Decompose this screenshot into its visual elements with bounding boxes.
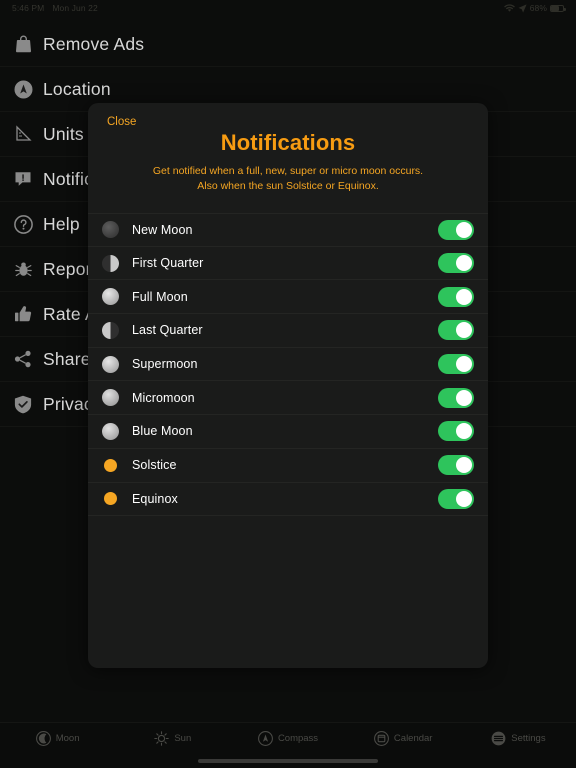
app-root: 5:46 PM Mon Jun 22 68% Remove Ads Locati… (0, 0, 576, 768)
moon-last-quarter-icon (102, 321, 119, 339)
settings-lines-icon (491, 731, 506, 746)
shopping-bag-icon (10, 31, 36, 57)
toggle-last-quarter[interactable] (438, 320, 474, 341)
tab-label: Calendar (393, 733, 433, 744)
moon-new-icon (102, 221, 119, 239)
toggle-new-moon[interactable] (438, 219, 474, 240)
moon-blue-icon (102, 422, 119, 440)
list-item[interactable]: Solstice (88, 449, 488, 483)
thumbs-up-icon (10, 301, 36, 327)
tab-label: Sun (174, 733, 192, 744)
tab-label: Settings (511, 733, 546, 744)
bottom-tab-bar: Moon Sun Compass Calendar Settings (0, 722, 576, 768)
battery-icon (550, 4, 566, 12)
question-circle-icon (10, 211, 36, 237)
share-icon (10, 346, 36, 372)
home-indicator (198, 759, 378, 763)
moon-first-quarter-icon (102, 254, 119, 272)
list-item-label: New Moon (132, 222, 193, 237)
sidebar-item-label: Help (43, 213, 80, 234)
toggle-blue-moon[interactable] (438, 421, 474, 442)
sidebar-item-remove-ads[interactable]: Remove Ads (0, 22, 576, 67)
close-button[interactable]: Close (107, 116, 136, 128)
modal-title: Notifications (220, 130, 356, 155)
tab-label: Moon (55, 733, 80, 744)
bug-icon (10, 256, 36, 282)
moon-full-icon (102, 288, 119, 306)
shield-check-icon (10, 391, 36, 417)
list-item-label: Solstice (132, 458, 177, 473)
status-bar: 5:46 PM Mon Jun 22 68% (0, 0, 576, 16)
list-item-label: Last Quarter (132, 323, 203, 338)
wifi-icon (503, 3, 515, 13)
toggle-equinox[interactable] (438, 488, 474, 509)
tab-label: Compass (277, 733, 319, 744)
list-item-label: Equinox (132, 491, 178, 506)
moon-super-icon (102, 355, 119, 373)
tab-settings[interactable]: Settings (461, 731, 576, 746)
moon-micro-icon (102, 389, 119, 407)
sun-dot-icon (104, 458, 117, 472)
location-arrow-icon (518, 3, 527, 13)
tab-calendar[interactable]: Calendar (346, 731, 461, 746)
tab-compass[interactable]: Compass (230, 731, 345, 746)
list-item-label: Supermoon (132, 357, 198, 372)
list-item[interactable]: Micromoon (88, 381, 488, 416)
toggle-solstice[interactable] (438, 455, 474, 476)
notification-toggle-list: New Moon First Quarter Full Moon Last Qu… (88, 213, 488, 517)
list-item[interactable]: Blue Moon (88, 415, 488, 449)
status-bar-right: 68% (503, 3, 566, 13)
sun-dot-icon (104, 492, 117, 506)
list-item-label: Blue Moon (132, 424, 193, 439)
status-bar-left: 5:46 PM Mon Jun 22 (12, 3, 98, 13)
sidebar-item-label: Remove Ads (43, 33, 145, 54)
toggle-supermoon[interactable] (438, 354, 474, 375)
list-item[interactable]: Full Moon (88, 280, 488, 315)
battery-percent: 68% (529, 3, 547, 13)
list-item[interactable]: New Moon (88, 213, 488, 247)
modal-subtitle: Get notified when a full, new, super or … (152, 165, 424, 192)
calendar-icon (373, 731, 389, 746)
toggle-full-moon[interactable] (438, 286, 474, 307)
status-date: Mon Jun 22 (52, 3, 98, 13)
tab-sun[interactable]: Sun (115, 731, 230, 746)
list-item[interactable]: Equinox (88, 483, 488, 517)
list-item-label: First Quarter (132, 256, 204, 271)
list-item[interactable]: Last Quarter (88, 314, 488, 348)
list-item[interactable]: First Quarter (88, 247, 488, 281)
ruler-icon (10, 121, 36, 147)
tab-moon[interactable]: Moon (0, 731, 115, 746)
toggle-first-quarter[interactable] (438, 253, 474, 274)
location-circle-icon (10, 76, 36, 102)
sidebar-item-label: Location (43, 78, 111, 99)
notifications-modal: Close Notifications Get notified when a … (88, 103, 488, 668)
list-item-label: Micromoon (132, 390, 195, 405)
status-time: 5:46 PM (12, 3, 45, 13)
moon-crescent-icon (35, 731, 51, 746)
alert-bubble-icon (10, 166, 36, 192)
sun-icon (154, 731, 170, 746)
toggle-micromoon[interactable] (438, 387, 474, 408)
compass-icon (257, 731, 273, 746)
list-item[interactable]: Supermoon (88, 348, 488, 382)
list-item-label: Full Moon (132, 289, 188, 304)
